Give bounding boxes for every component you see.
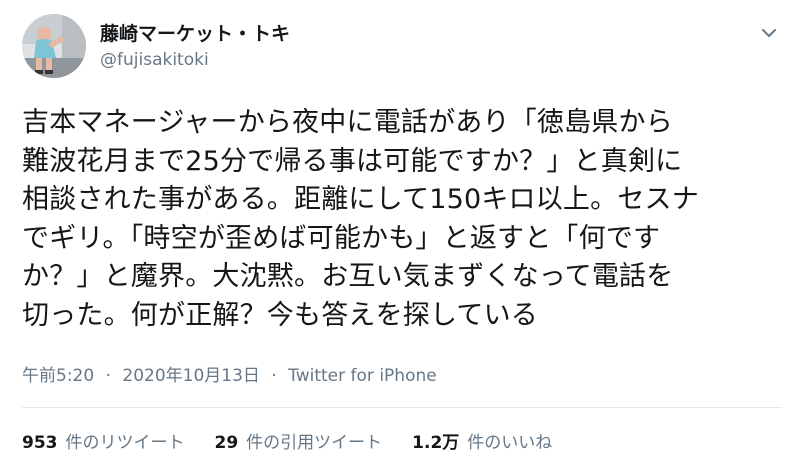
tweet-date[interactable]: 2020年10月13日 [122, 366, 260, 386]
display-name[interactable]: 藤崎マーケット・トキ [100, 22, 290, 46]
tweet-text-line: 吉本マネージャーから夜中に電話があり「徳島県から [22, 107, 673, 138]
tweet-header: 藤崎マーケット・トキ @fujisakitoki [22, 14, 782, 78]
avatar[interactable] [22, 14, 86, 78]
tweet-text-line: 相談された事がある。距離にして150キロ以上。セスナ [22, 184, 699, 216]
divider [22, 407, 782, 408]
meta-separator: · [105, 366, 111, 386]
tweet-text-line: 切った。何が正解？今も答えを探している [22, 299, 538, 331]
tweet-text-line: 難波花月まで25分で帰る事は可能ですか？」と真剣に [22, 145, 683, 177]
likes-count: 1.2万 [412, 433, 460, 453]
author-names: 藤崎マーケット・トキ @fujisakitoki [100, 22, 290, 72]
meta-separator: · [271, 366, 277, 386]
retweets-count: 953 [22, 433, 58, 453]
tweet-text-line: か？」と魔界。大沈黙。お互い気まずくなって電話を [22, 261, 674, 293]
quotes-stat[interactable]: 29 件の引用ツイート [215, 430, 383, 456]
quotes-count: 29 [214, 433, 239, 453]
retweets-label: 件のリツイート [65, 433, 185, 453]
user-handle[interactable]: @fujisakitoki [100, 48, 290, 72]
quotes-label: 件の引用ツイート [246, 433, 383, 453]
tweet-time[interactable]: 午前5:20 [22, 366, 94, 386]
tweet-card: 藤崎マーケット・トキ @fujisakitoki 吉本マネージャーから夜中に電話… [0, 0, 800, 473]
tweet-text: 吉本マネージャーから夜中に電話があり「徳島県から 難波花月まで25分で帰る事は可… [22, 104, 782, 336]
retweets-stat[interactable]: 953 件のリツイート [22, 430, 185, 456]
tweet-meta: 午前5:20 · 2020年10月13日 · Twitter for iPhon… [22, 363, 437, 389]
tweet-source[interactable]: Twitter for iPhone [288, 366, 437, 386]
avatar-image [22, 14, 86, 78]
tweet-text-line: でギリ。「時空が歪めば可能かも」と返すと「何です [22, 222, 661, 254]
chevron-down-icon[interactable] [758, 22, 780, 44]
tweet-stats: 953 件のリツイート 29 件の引用ツイート 1.2万 件のいいね [22, 430, 552, 456]
likes-stat[interactable]: 1.2万 件のいいね [412, 430, 552, 456]
likes-label: 件のいいね [467, 433, 553, 453]
